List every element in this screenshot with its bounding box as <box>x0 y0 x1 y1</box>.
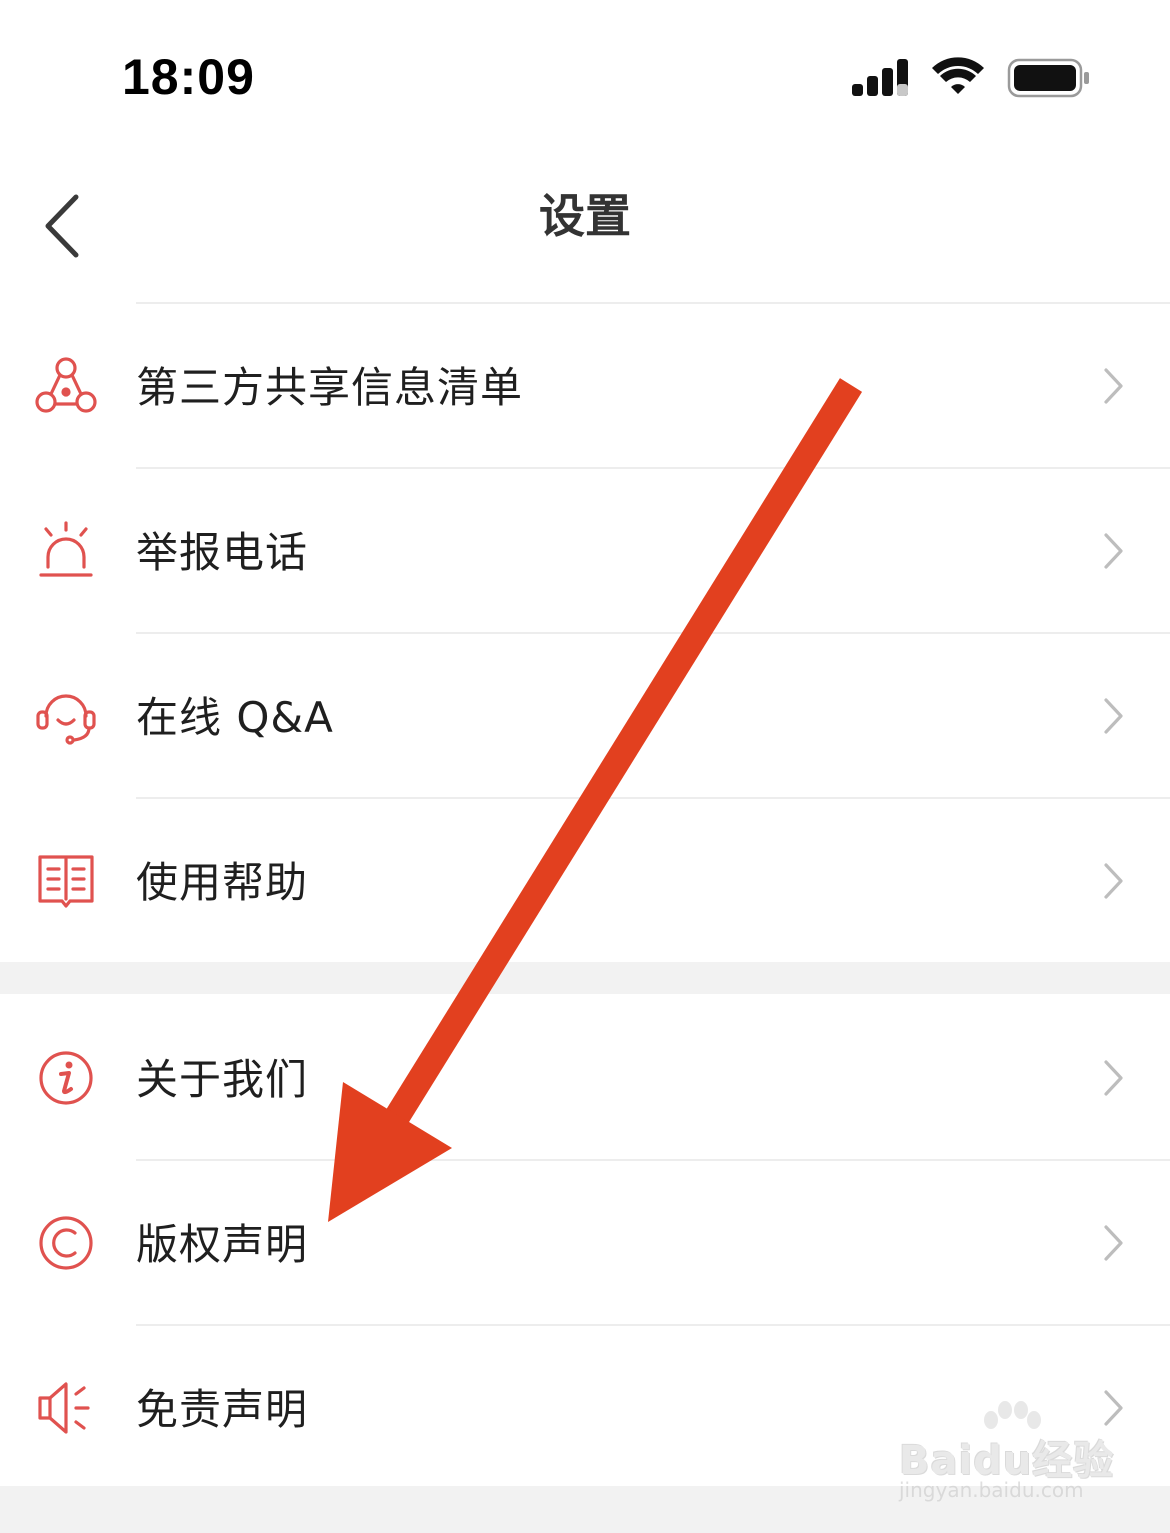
row-label: 使用帮助 <box>136 858 309 907</box>
chevron-right-icon <box>1104 1225 1123 1261</box>
row-label: 免责声明 <box>136 1385 309 1434</box>
row-online-qa[interactable]: 在线 Q&A <box>0 632 1170 797</box>
chevron-right-icon <box>1104 698 1123 734</box>
speaker-icon <box>38 1382 90 1434</box>
copyright-icon <box>39 1216 93 1270</box>
divider <box>136 797 1170 799</box>
row-third-party-sharing[interactable]: 第三方共享信息清单 <box>0 302 1170 467</box>
row-copyright[interactable]: 版权声明 <box>0 1159 1170 1324</box>
row-help[interactable]: 使用帮助 <box>0 797 1170 962</box>
divider <box>136 632 1170 634</box>
row-report-hotline[interactable]: 举报电话 <box>0 467 1170 632</box>
network-share-icon <box>35 357 97 413</box>
chevron-right-icon <box>1104 1060 1123 1096</box>
divider <box>136 1159 1170 1161</box>
row-label: 第三方共享信息清单 <box>136 363 524 412</box>
book-icon <box>38 855 94 908</box>
status-icons <box>852 57 1089 98</box>
row-disclaimer[interactable]: 免责声明 <box>0 1324 1170 1489</box>
row-about-us[interactable]: 关于我们 <box>0 994 1170 1159</box>
row-label: 举报电话 <box>136 528 309 577</box>
chevron-right-icon <box>1104 863 1123 899</box>
chevron-right-icon <box>1104 368 1123 404</box>
nav-bar: 设置 <box>0 150 1170 302</box>
wifi-icon <box>932 57 984 94</box>
page-title: 设置 <box>539 189 631 243</box>
settings-group-2: 关于我们 版权声明 免责声明 <box>0 994 1170 1486</box>
chevron-right-icon <box>1104 1390 1123 1426</box>
status-time: 18:09 <box>122 49 255 105</box>
headset-icon <box>36 694 96 745</box>
chevron-right-icon <box>1104 533 1123 569</box>
info-icon <box>39 1051 93 1105</box>
row-label: 关于我们 <box>136 1055 309 1104</box>
status-bar: 18:09 <box>0 0 1170 150</box>
divider <box>136 1324 1170 1326</box>
row-label: 在线 Q&A <box>136 693 334 742</box>
settings-group-1: 第三方共享信息清单 举报电话 在线 Q&A 使用帮助 <box>0 302 1170 962</box>
row-label: 版权声明 <box>136 1220 309 1269</box>
alarm-icon <box>39 521 93 577</box>
divider <box>136 302 1170 304</box>
cellular-signal-icon <box>852 59 908 96</box>
divider <box>136 467 1170 469</box>
battery-icon <box>1007 58 1089 98</box>
